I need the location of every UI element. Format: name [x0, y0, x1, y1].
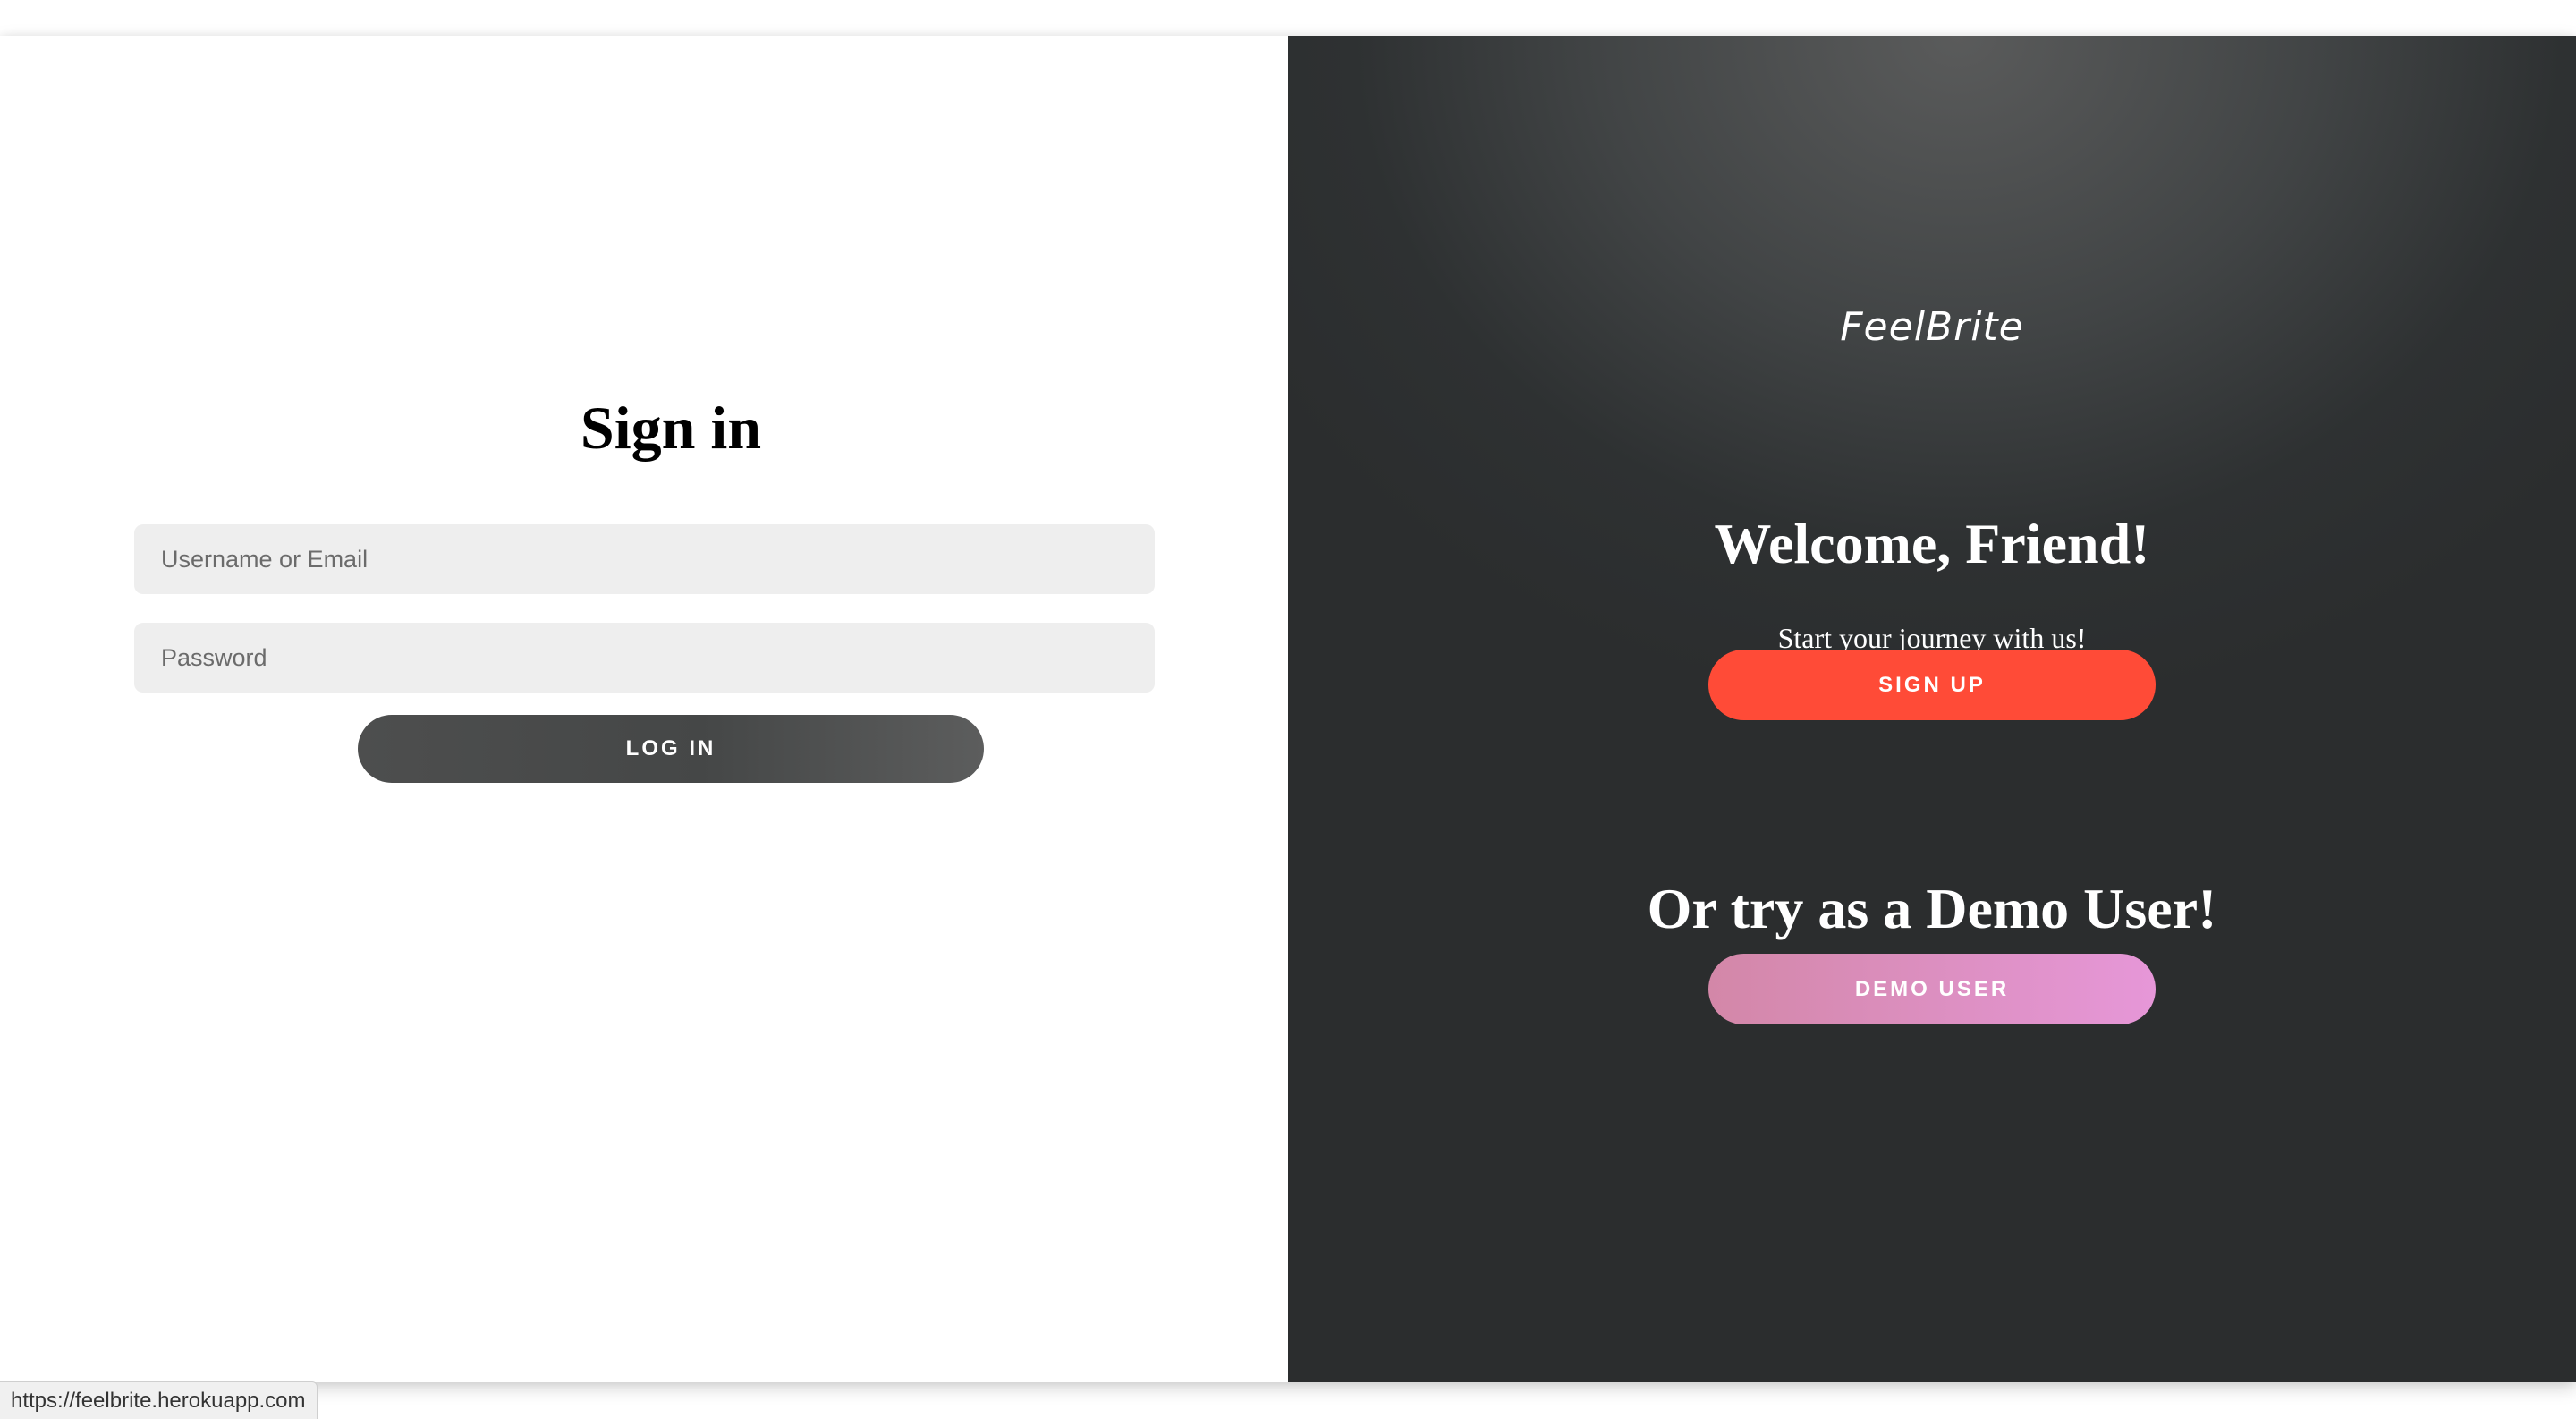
login-button[interactable]: LOG IN: [358, 715, 984, 783]
signin-title: Sign in: [580, 394, 762, 462]
signin-panel: Sign in LOG IN: [0, 36, 1288, 1382]
signup-button[interactable]: SIGN UP: [1708, 650, 2156, 720]
auth-card: Sign in LOG IN FeelBrite Welcome, Friend…: [0, 36, 2576, 1382]
welcome-title: Welcome, Friend!: [1714, 512, 2150, 575]
demo-user-button[interactable]: DEMO USER: [1708, 954, 2156, 1024]
promo-panel: FeelBrite Welcome, Friend! Start your jo…: [1288, 36, 2576, 1382]
password-input[interactable]: [134, 623, 1155, 693]
demo-title: Or try as a Demo User!: [1647, 877, 2217, 940]
username-input[interactable]: [134, 524, 1155, 594]
page: Sign in LOG IN FeelBrite Welcome, Friend…: [0, 0, 2576, 1419]
feelbrite-logo: FeelBrite: [1840, 304, 2024, 350]
status-bar-url: https://feelbrite.herokuapp.com: [0, 1381, 318, 1419]
